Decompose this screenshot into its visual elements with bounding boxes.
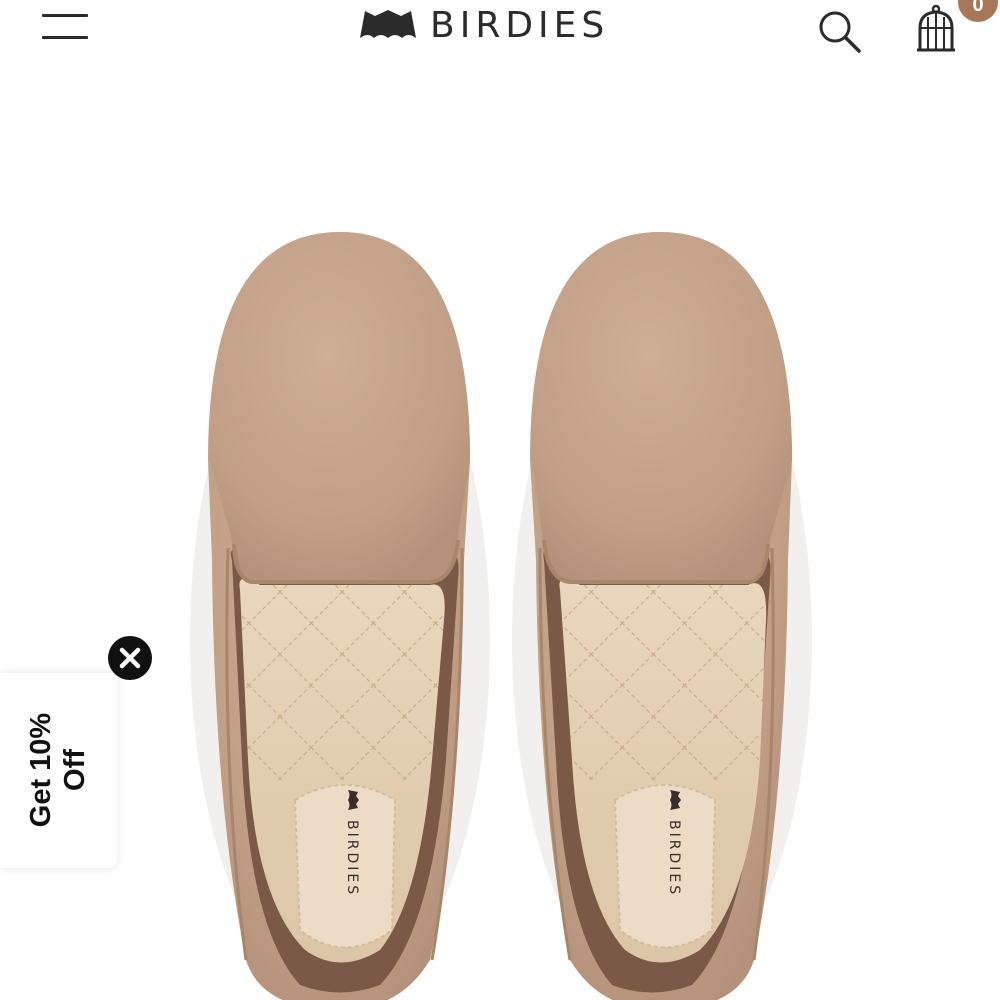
close-icon (119, 647, 141, 669)
product-page: BIRDIES 0 BIRDIES BIRDIES Get 10% Off (0, 0, 1000, 1000)
birdcage-cart-icon (917, 4, 955, 52)
brand-logo[interactable]: BIRDIES (360, 2, 609, 50)
site-header: BIRDIES 0 (0, 0, 1000, 60)
insole-brand-right: BIRDIES (666, 820, 682, 897)
right-shoe: BIRDIES (530, 232, 792, 1000)
discount-label: Get 10% Off (24, 685, 92, 855)
product-image[interactable]: BIRDIES BIRDIES (0, 60, 1000, 1000)
cart-button[interactable] (910, 2, 966, 58)
birdies-logo-mark-icon (360, 10, 416, 38)
insole-brand-left: BIRDIES (344, 820, 360, 897)
search-button[interactable] (814, 6, 866, 58)
left-shoe: BIRDIES (208, 232, 470, 1000)
discount-close-button[interactable] (108, 636, 152, 680)
menu-button[interactable] (38, 8, 92, 48)
discount-tab[interactable]: Get 10% Off (0, 673, 117, 868)
brand-name: BIRDIES (430, 5, 610, 46)
discount-line-1: Get 10% (25, 712, 57, 828)
search-icon (819, 11, 861, 53)
discount-line-2: Off (59, 749, 91, 791)
